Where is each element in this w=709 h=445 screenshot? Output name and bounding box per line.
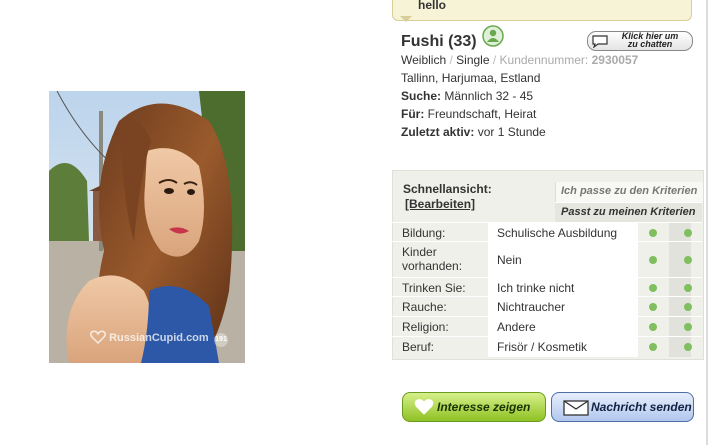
last-active-label: Zuletzt aktiv: <box>401 125 475 139</box>
chat-button-label: Klick hier um zu chatten <box>610 32 690 49</box>
profile-photo[interactable] <box>49 91 245 363</box>
table-row: Rauche: Nichtraucher <box>392 296 702 317</box>
row-value: Schulische Ausbildung <box>497 226 618 240</box>
table-row: Religion: Andere <box>392 316 702 337</box>
separator: / <box>446 53 457 67</box>
profile-basics: Weiblich / Single / Kundennummer: 293005… <box>401 53 638 67</box>
chat-button-line2: zu chatten <box>627 39 673 49</box>
criteria-mine-label: Ich passe zu den Kriterien <box>561 185 698 197</box>
separator: / <box>489 53 500 67</box>
match-dot-mine <box>649 229 657 237</box>
row-label: Kinder vorhanden: <box>402 245 463 273</box>
match-dot-theirs <box>684 323 692 331</box>
last-active-value: vor 1 Stunde <box>477 125 546 139</box>
looking-for-label: Für: <box>401 107 425 121</box>
show-interest-button[interactable]: Interesse zeigen <box>402 392 546 422</box>
looking-for-value: Freundschaft, Heirat <box>427 107 537 121</box>
status-text: Single <box>456 53 490 67</box>
last-active-line: Zuletzt aktiv: vor 1 Stunde <box>401 125 546 139</box>
chat-button[interactable]: Klick hier um zu chatten <box>587 31 693 51</box>
row-value: Andere <box>497 320 536 334</box>
quick-view-edit-link[interactable]: [Bearbeiten] <box>405 197 475 211</box>
envelope-icon <box>563 400 589 416</box>
seeking-line: Suche: Männlich 32 - 45 <box>401 89 533 103</box>
match-dot-theirs <box>684 284 692 292</box>
customer-number-label: Kundennummer: <box>499 53 589 67</box>
watermark-text: RussianCupid.com <box>109 332 209 344</box>
row-label: Trinken Sie: <box>402 281 466 295</box>
row-label: Religion: <box>402 320 449 334</box>
gender-text: Weiblich <box>401 53 447 67</box>
criteria-theirs-label: Passt zu meinen Kriterien <box>561 206 696 218</box>
customer-number: 2930057 <box>591 53 639 67</box>
row-label: Bildung: <box>402 226 446 240</box>
profile-photo-image <box>49 91 245 363</box>
speech-bubble-icon <box>592 35 608 48</box>
match-dot-theirs <box>684 229 692 237</box>
row-label: Rauche: <box>402 300 447 314</box>
message-bubble-tail <box>400 16 412 22</box>
table-row: Kinder vorhanden: Nein <box>392 241 702 278</box>
match-dot-mine <box>649 303 657 311</box>
last-message-text: hello <box>418 0 447 12</box>
row-value: Frisör / Kosmetik <box>497 340 588 354</box>
send-message-button[interactable]: Nachricht senden <box>551 392 694 422</box>
heart-icon <box>89 330 107 345</box>
profile-name-age: Fushi (33) <box>401 33 477 50</box>
match-dot-mine <box>649 284 657 292</box>
looking-for-line: Für: Freundschaft, Heirat <box>401 107 536 121</box>
person-icon <box>482 25 504 47</box>
table-row: Trinken Sie: Ich trinke nicht <box>392 277 702 297</box>
send-message-label: Nachricht senden <box>591 400 692 414</box>
table-row: Beruf: Frisör / Kosmetik <box>392 336 702 357</box>
match-dot-mine <box>649 323 657 331</box>
table-row: Bildung: Schulische Ausbildung <box>392 222 702 242</box>
match-dot-theirs <box>684 256 692 264</box>
seeking-label: Suche: <box>401 89 442 103</box>
page-edge-divider <box>706 0 708 445</box>
heart-icon <box>414 399 434 415</box>
match-dot-theirs <box>684 303 692 311</box>
photo-watermark: RussianCupid.com <box>89 330 209 345</box>
seeking-value: Männlich 32 - 45 <box>444 89 534 103</box>
photo-badge: 191 <box>214 333 228 347</box>
match-dot-theirs <box>684 343 692 351</box>
show-interest-label: Interesse zeigen <box>437 400 531 414</box>
match-dot-mine <box>649 256 657 264</box>
match-dot-mine <box>649 343 657 351</box>
row-value: Nein <box>497 253 522 267</box>
quick-view-heading: Schnellansicht: <box>403 182 492 196</box>
profile-location: Tallinn, Harjumaa, Estland <box>401 71 541 85</box>
row-value: Ich trinke nicht <box>497 281 575 295</box>
row-value: Nichtraucher <box>497 300 566 314</box>
row-label: Beruf: <box>402 340 435 354</box>
